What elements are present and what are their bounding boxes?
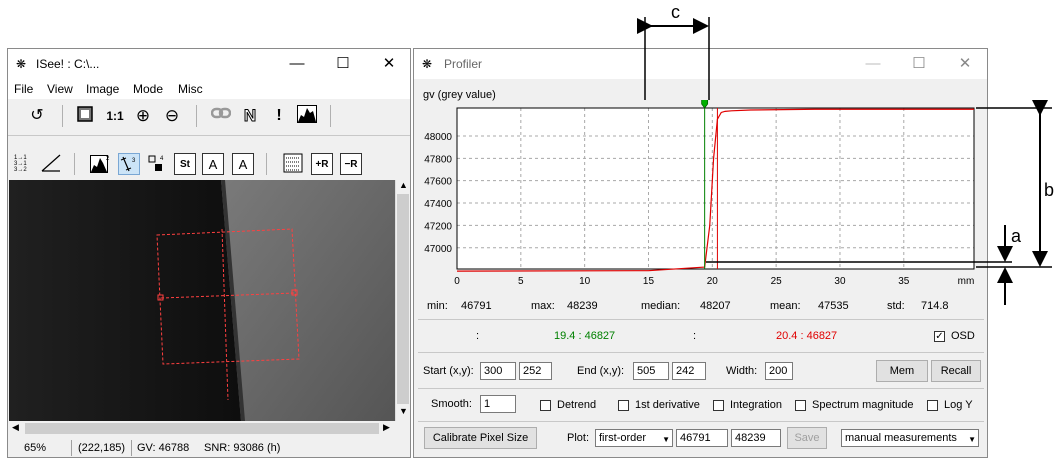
annotation-overlay — [637, 17, 1052, 305]
annotation-a-label: a — [1011, 226, 1022, 246]
annotation-c-label: c — [671, 2, 680, 22]
annotation-b-label: b — [1044, 180, 1055, 200]
